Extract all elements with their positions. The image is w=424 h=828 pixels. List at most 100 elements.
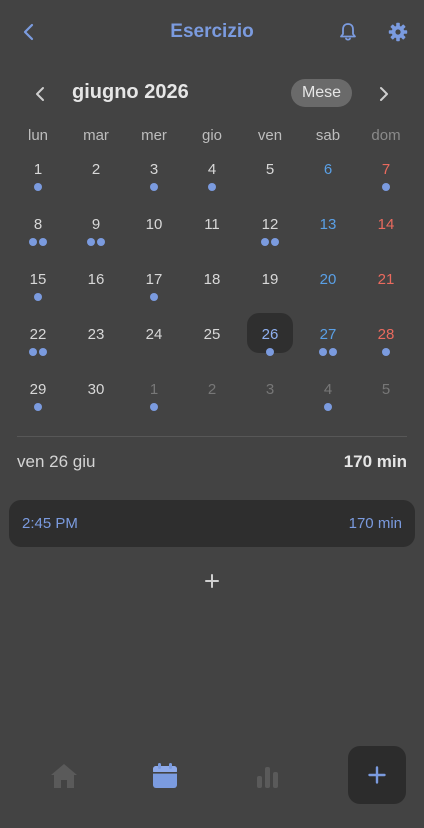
entry-indicator (299, 183, 357, 191)
add-entry-button[interactable] (197, 566, 227, 596)
entry-indicator (125, 238, 183, 246)
entry-indicator (9, 348, 67, 356)
entry-indicator (183, 403, 241, 411)
calendar-day[interactable]: 11 (183, 212, 241, 267)
entry-dot (150, 403, 158, 411)
calendar-day[interactable]: 5 (357, 377, 415, 432)
day-number: 5 (381, 381, 391, 398)
calendar-day[interactable]: 2 (183, 377, 241, 432)
entry-indicator (183, 293, 241, 301)
entry-indicator (357, 348, 415, 356)
calendar-day[interactable]: 29 (9, 377, 67, 432)
calendar-day[interactable]: 16 (67, 267, 125, 322)
calendar-day[interactable]: 19 (241, 267, 299, 322)
calendar-day[interactable]: 6 (299, 157, 357, 212)
entry-indicator (299, 348, 357, 356)
entry-indicator (299, 293, 357, 301)
calendar-day[interactable]: 17 (125, 267, 183, 322)
chevron-right-icon (380, 87, 388, 101)
entry-dot (97, 238, 105, 246)
bell-icon (340, 23, 356, 41)
nav-stats[interactable] (245, 755, 289, 797)
entry-indicator (125, 293, 183, 301)
day-number: 3 (265, 381, 275, 398)
divider (17, 436, 407, 437)
day-number: 16 (87, 271, 105, 288)
calendar-day[interactable]: 23 (67, 322, 125, 377)
exercise-entry[interactable]: 2:45 PM 170 min (9, 500, 415, 547)
calendar-day[interactable]: 1 (125, 377, 183, 432)
gear-icon (388, 22, 408, 42)
entry-indicator (125, 348, 183, 356)
calendar-day[interactable]: 30 (67, 377, 125, 432)
daily-total: 170 min (343, 452, 407, 471)
entry-indicator (125, 183, 183, 191)
selected-date-label: ven 26 giu (17, 452, 96, 471)
day-number: 18 (203, 271, 221, 288)
settings-button[interactable] (384, 18, 412, 46)
calendar-day[interactable]: 2 (67, 157, 125, 212)
day-number: 25 (203, 326, 221, 343)
weekday-label: gio (201, 127, 223, 144)
entry-dot (34, 293, 42, 301)
calendar-day[interactable]: 4 (299, 377, 357, 432)
day-number: 21 (377, 271, 395, 288)
entry-dot (324, 403, 332, 411)
calendar-day[interactable]: 28 (357, 322, 415, 377)
nav-home[interactable] (42, 755, 86, 797)
nav-calendar[interactable] (143, 755, 187, 797)
entry-indicator (9, 238, 67, 246)
month-title: giugno 2026 (72, 81, 189, 103)
entry-indicator (125, 403, 183, 411)
calendar-day[interactable]: 25 (183, 322, 241, 377)
entry-indicator (183, 183, 241, 191)
calendar-day[interactable]: 14 (357, 212, 415, 267)
day-number: 6 (323, 161, 333, 178)
entry-indicator (67, 403, 125, 411)
prev-month-button[interactable] (26, 80, 54, 108)
calendar-day[interactable]: 18 (183, 267, 241, 322)
day-number: 17 (145, 271, 163, 288)
calendar-day[interactable]: 24 (125, 322, 183, 377)
day-number: 23 (87, 326, 105, 343)
plus-icon (368, 766, 386, 784)
calendar-day[interactable]: 15 (9, 267, 67, 322)
calendar-day[interactable]: 5 (241, 157, 299, 212)
add-fab-button[interactable] (348, 746, 406, 804)
next-month-button[interactable] (370, 80, 398, 108)
calendar-day[interactable]: 20 (299, 267, 357, 322)
entry-indicator (241, 183, 299, 191)
entry-indicator (183, 238, 241, 246)
calendar-day[interactable]: 4 (183, 157, 241, 212)
entry-indicator (67, 293, 125, 301)
calendar-day[interactable]: 13 (299, 212, 357, 267)
calendar-day[interactable]: 1 (9, 157, 67, 212)
calendar-day[interactable]: 8 (9, 212, 67, 267)
view-mode-toggle[interactable]: Mese (291, 79, 352, 107)
entry-indicator (67, 238, 125, 246)
calendar-day[interactable]: 10 (125, 212, 183, 267)
calendar-day[interactable]: 3 (241, 377, 299, 432)
calendar-day[interactable]: 27 (299, 322, 357, 377)
calendar-day[interactable]: 3 (125, 157, 183, 212)
calendar-day[interactable]: 9 (67, 212, 125, 267)
entry-indicator (67, 183, 125, 191)
day-number: 2 (91, 161, 101, 178)
day-number: 19 (261, 271, 279, 288)
weekday-label: ven (257, 127, 283, 144)
entry-dot (208, 183, 216, 191)
day-number: 4 (323, 381, 333, 398)
calendar-day-selected[interactable]: 26 (241, 322, 299, 377)
entry-dot (271, 238, 279, 246)
entry-indicator (67, 348, 125, 356)
entry-time: 2:45 PM (22, 515, 78, 532)
weekday-label: lun (27, 127, 49, 144)
calendar-day[interactable]: 21 (357, 267, 415, 322)
weekday-label: sab (315, 127, 341, 144)
entry-indicator (241, 238, 299, 246)
calendar-day[interactable]: 12 (241, 212, 299, 267)
notifications-button[interactable] (334, 18, 362, 46)
entry-dot (319, 348, 327, 356)
calendar-day[interactable]: 7 (357, 157, 415, 212)
calendar-day[interactable]: 22 (9, 322, 67, 377)
